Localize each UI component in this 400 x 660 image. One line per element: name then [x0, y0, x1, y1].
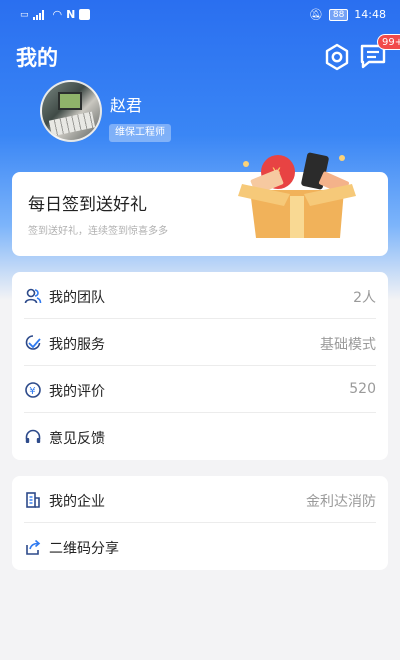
company-icon [26, 492, 40, 508]
headset-icon [25, 429, 41, 443]
menu-label: 我的团队 [49, 290, 105, 306]
settings-button[interactable] [322, 42, 352, 72]
menu-value: 基础模式 [320, 337, 376, 353]
team-icon [24, 288, 42, 304]
gift-box-illustration: ¥ [238, 152, 356, 238]
service-icon [25, 335, 41, 350]
nfc-icon: N [66, 8, 76, 21]
menu-row-service[interactable]: 我的服务 基础模式 [12, 319, 388, 366]
battery-indicator: 88 [328, 8, 349, 21]
signal-icon [32, 9, 49, 20]
menu-value: 520 [349, 381, 376, 397]
mute-icon: 🔕︎ [308, 8, 323, 21]
menu-card-2: 我的企业 金利达消防 二维码分享 [12, 476, 388, 570]
share-icon [26, 539, 41, 555]
menu-card: 我的团队 2人 我的服务 基础模式 ¥ 我的评价 520 意见反馈 [12, 272, 388, 460]
message-badge: 99+ [377, 34, 400, 50]
menu-row-rating[interactable]: ¥ 我的评价 520 [12, 366, 388, 413]
menu-value: 金利达消防 [306, 494, 376, 510]
menu-label: 我的企业 [49, 494, 105, 510]
wifi-icon: ◠ [52, 8, 63, 21]
menu-label: 二维码分享 [49, 541, 119, 557]
menu-row-qr-share[interactable]: 二维码分享 [12, 523, 388, 570]
clock: 14:48 [354, 8, 386, 21]
menu-row-feedback[interactable]: 意见反馈 [12, 413, 388, 460]
avatar[interactable] [40, 80, 102, 142]
menu-label: 我的服务 [49, 337, 105, 353]
gear-icon [325, 43, 349, 71]
svg-text:¥: ¥ [29, 386, 35, 397]
menu-value: 2人 [353, 290, 376, 306]
menu-label: 意见反馈 [49, 431, 105, 447]
signin-title: 每日签到送好礼 [28, 195, 147, 215]
sim-icon: ▭ [20, 9, 29, 20]
menu-label: 我的评价 [49, 384, 105, 400]
status-bar: ▭ ◠ N 🔕︎ 88 14:48 [0, 0, 400, 30]
notification-icon [79, 9, 91, 20]
menu-row-company[interactable]: 我的企业 金利达消防 [12, 476, 388, 523]
page-title: 我的 [16, 46, 58, 70]
signin-subtitle: 签到送好礼，连续签到惊喜多多 [28, 226, 168, 237]
user-role-badge: 维保工程师 [109, 124, 171, 142]
user-name: 赵君 [110, 96, 143, 115]
rating-icon: ¥ [25, 382, 41, 398]
menu-row-team[interactable]: 我的团队 2人 [12, 272, 388, 319]
